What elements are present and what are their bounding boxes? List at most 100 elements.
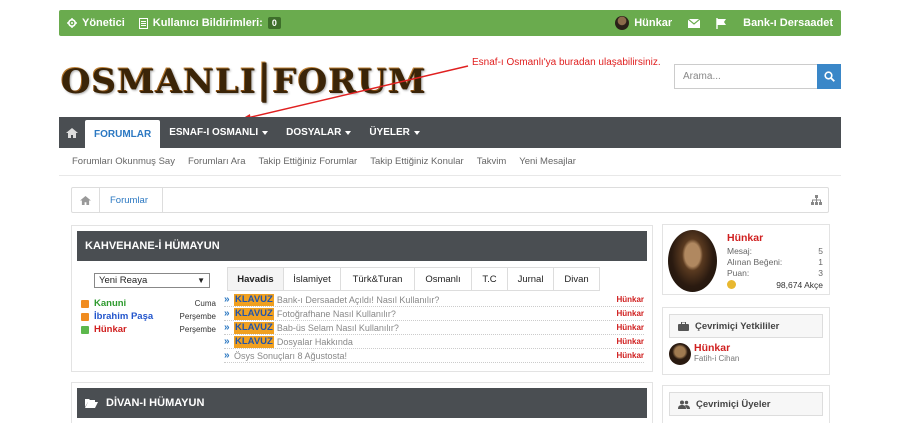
caret-down-icon (262, 130, 269, 135)
category-tabs: Havadis İslamiyet Türk&Turan Osmanlı T.C… (227, 267, 600, 291)
sitemap-icon[interactable] (811, 195, 822, 205)
subnav-watched-threads[interactable]: Takip Ettiğiniz Konular (370, 156, 463, 167)
stat-value: 1 (818, 257, 823, 267)
staff-icon (678, 321, 689, 331)
search-input[interactable] (674, 64, 817, 89)
member-day: Perşembe (179, 312, 216, 321)
stat-row: Puan: 3 (727, 268, 823, 278)
breadcrumb-item[interactable]: Forumlar (100, 188, 164, 212)
dropdown-arrow-icon: ▼ (197, 276, 205, 285)
double-chevron-icon: » (224, 308, 230, 319)
birthday-panel: Yeni Reaya ▼ Kanuni Cuma İbrahim Paşa Pe… (81, 273, 216, 336)
site-logo[interactable]: OSMANLI|FORUM (60, 55, 426, 102)
staff-member[interactable]: Hünkar Fatih-i Cihan (669, 343, 739, 365)
reaya-select[interactable]: Yeni Reaya ▼ (94, 273, 210, 288)
member-name: Kanuni (94, 298, 127, 309)
tab-jurnal[interactable]: Jurnal (508, 267, 554, 291)
section-header: DİVAN-I HÜMAYUN (77, 388, 647, 418)
search-icon (823, 71, 835, 82)
staff-name[interactable]: Hünkar (694, 343, 739, 354)
tab-label: FORUMLAR (94, 128, 152, 140)
user-menu[interactable]: Hünkar (615, 16, 672, 30)
breadcrumb-home[interactable] (72, 188, 100, 212)
users-icon (678, 400, 690, 409)
tab-islamiyet[interactable]: İslamiyet (284, 267, 341, 291)
stat-row: Alınan Beğeni: 1 (727, 257, 823, 267)
list-item[interactable]: » KLAVUZ Bank-ı Dersaadet Açıldı! Nasıl … (224, 293, 644, 307)
topic-user[interactable]: Hünkar (616, 323, 644, 332)
topic-title[interactable]: Ösys Sonuçları 8 Ağustosta! (234, 351, 347, 361)
annotation-text: Esnaf-ı Osmanlı'ya buradan ulaşabilirsin… (472, 57, 661, 68)
topic-prefix: KLAVUZ (234, 321, 274, 334)
subnav-watched-forums[interactable]: Takip Ettiğiniz Forumlar (259, 156, 358, 167)
tab-uyeler[interactable]: ÜYELER (360, 117, 429, 148)
folder-open-icon (85, 399, 98, 408)
member-icon (81, 325, 89, 334)
double-chevron-icon: » (224, 294, 230, 305)
list-item[interactable]: Hünkar Perşembe (81, 323, 216, 336)
topic-title[interactable]: Dosyalar Hakkında (277, 337, 353, 347)
tab-label: DOSYALAR (286, 127, 342, 138)
admin-link[interactable]: Yönetici (67, 17, 125, 29)
tab-osmanli[interactable]: Osmanlı (415, 267, 472, 291)
topic-user[interactable]: Hünkar (616, 337, 644, 346)
gear-icon (67, 18, 77, 28)
topic-title[interactable]: Fotoğrafhane Nasıl Kullanılır? (277, 309, 396, 319)
search-button[interactable] (817, 64, 841, 89)
caret-down-icon (345, 130, 352, 135)
document-icon (138, 17, 148, 29)
envelope-icon[interactable] (688, 18, 701, 28)
stat-row: Mesaj: 5 (727, 246, 823, 256)
sub-nav: Forumları Okunmuş Say Forumları Ara Taki… (59, 148, 841, 176)
balance-row: 98,674 Akçe (727, 280, 823, 290)
flag-icon[interactable] (716, 17, 727, 29)
topic-title[interactable]: Bab-üs Selam Nasıl Kullanılır? (277, 323, 399, 333)
avatar[interactable] (668, 230, 717, 292)
tab-turk-turan[interactable]: Türk&Turan (341, 267, 415, 291)
topic-prefix: KLAVUZ (234, 307, 274, 320)
tab-dosyalar[interactable]: DOSYALAR (277, 117, 360, 148)
list-item[interactable]: Kanuni Cuma (81, 297, 216, 310)
member-name: Hünkar (94, 324, 127, 335)
online-users-card: Çevrimiçi Üyeler (662, 385, 830, 423)
list-item[interactable]: İbrahim Paşa Perşembe (81, 310, 216, 323)
admin-label: Yönetici (82, 17, 125, 29)
subnav-new-posts[interactable]: Yeni Mesajlar (519, 156, 576, 167)
list-item[interactable]: » KLAVUZ Dosyalar Hakkında Hünkar (224, 335, 644, 349)
online-staff-card: Çevrimiçi Yetkililer Hünkar Fatih-i Ciha… (662, 307, 830, 375)
subnav-mark-read[interactable]: Forumları Okunmuş Say (72, 156, 175, 167)
member-day: Perşembe (179, 325, 216, 334)
member-name: İbrahim Paşa (94, 311, 154, 322)
topic-user[interactable]: Hünkar (616, 351, 644, 360)
topic-list: » KLAVUZ Bank-ı Dersaadet Açıldı! Nasıl … (224, 293, 644, 363)
tab-label: ÜYELER (369, 127, 410, 138)
topic-user[interactable]: Hünkar (616, 309, 644, 318)
card-title: Çevrimiçi Yetkililer (695, 320, 780, 332)
list-item[interactable]: » Ösys Sonuçları 8 Ağustosta! Hünkar (224, 349, 644, 363)
top-bar: Yönetici Kullanıcı Bildirimleri: 0 Hünka… (59, 10, 841, 36)
subnav-calendar[interactable]: Takvim (477, 156, 507, 167)
balance-value: 98,674 Akçe (776, 280, 823, 290)
profile-name[interactable]: Hünkar (727, 232, 763, 244)
topic-user[interactable]: Hünkar (616, 295, 644, 304)
stat-label: Alınan Beğeni: (727, 257, 783, 267)
section-kahvehane: KAHVEHANE-İ HÜMAYUN Yeni Reaya ▼ Kanuni … (71, 225, 653, 372)
list-item[interactable]: » KLAVUZ Fotoğrafhane Nasıl Kullanılır? … (224, 307, 644, 321)
staff-rank: Fatih-i Cihan (694, 354, 740, 363)
topic-title[interactable]: Bank-ı Dersaadet Açıldı! Nasıl Kullanılı… (277, 295, 440, 305)
list-item[interactable]: » KLAVUZ Bab-üs Selam Nasıl Kullanılır? … (224, 321, 644, 335)
tab-tc[interactable]: T.C (472, 267, 508, 291)
member-icon (81, 312, 89, 321)
stat-label: Puan: (727, 268, 750, 278)
subnav-search-forums[interactable]: Forumları Ara (188, 156, 246, 167)
tab-havadis[interactable]: Havadis (227, 267, 284, 291)
tab-forumlar[interactable]: FORUMLAR (85, 120, 161, 148)
stat-label: Mesaj: (727, 246, 753, 256)
bank-link[interactable]: Bank-ı Dersaadet (743, 17, 833, 29)
nav-home[interactable] (59, 117, 85, 148)
tab-esnaf[interactable]: ESNAF-I OSMANLI (160, 117, 277, 148)
double-chevron-icon: » (224, 322, 230, 333)
notifications-link[interactable]: Kullanıcı Bildirimleri: 0 (138, 17, 281, 29)
tab-divan[interactable]: Divan (554, 267, 600, 291)
section-divan: DİVAN-I HÜMAYUN (71, 382, 653, 423)
